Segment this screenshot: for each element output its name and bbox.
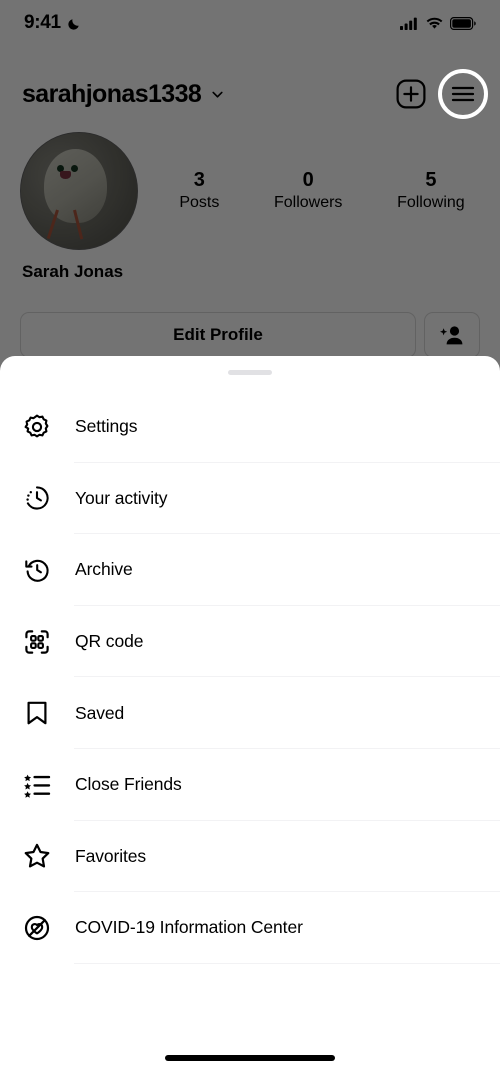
profile-stats-row: 3 Posts 0 Followers 5 Following <box>0 132 500 250</box>
qr-code-icon <box>20 625 54 659</box>
stat-following[interactable]: 5 Following <box>397 168 465 214</box>
star-icon <box>20 839 54 873</box>
menu-item-settings[interactable]: Settings <box>0 391 500 463</box>
gear-icon <box>20 410 54 444</box>
profile-full-name: Sarah Jonas <box>22 262 124 281</box>
profile-menu-sheet: Settings Your activity Archive QR code S… <box>0 356 500 1080</box>
menu-item-archive[interactable]: Archive <box>0 534 500 606</box>
hamburger-menu-button[interactable] <box>438 69 488 119</box>
add-person-icon <box>440 326 463 345</box>
menu-item-label: Your activity <box>75 487 168 508</box>
username-label: sarahjonas1338 <box>22 79 202 108</box>
wifi-icon <box>426 17 443 29</box>
cellular-signal-icon <box>400 17 417 30</box>
stat-followers[interactable]: 0 Followers <box>274 168 342 214</box>
status-bar-time: 9:41 <box>24 12 61 33</box>
menu-item-covid-info-center[interactable]: COVID-19 Information Center <box>0 892 500 964</box>
profile-action-row: Edit Profile <box>20 312 480 358</box>
menu-item-saved[interactable]: Saved <box>0 677 500 749</box>
battery-icon <box>450 16 476 30</box>
status-bar: 9:41 <box>0 0 500 46</box>
edit-profile-button[interactable]: Edit Profile <box>20 312 416 358</box>
menu-item-label: Saved <box>75 702 125 723</box>
menu-item-favorites[interactable]: Favorites <box>0 820 500 893</box>
bookmark-icon <box>20 696 54 730</box>
username-switcher[interactable]: sarahjonas1338 <box>22 80 225 109</box>
avatar[interactable] <box>20 132 138 250</box>
menu-item-label: Settings <box>75 416 138 437</box>
header-actions <box>396 69 488 119</box>
stat-posts-value: 3 <box>193 169 205 192</box>
status-bar-right <box>400 16 476 30</box>
activity-clock-icon <box>20 481 54 515</box>
archive-clock-icon <box>20 553 54 587</box>
crescent-moon-icon <box>68 18 79 30</box>
menu-list: Settings Your activity Archive QR code S… <box>0 391 500 964</box>
chevron-down-icon <box>212 91 223 98</box>
home-indicator <box>165 1055 335 1061</box>
plus-square-icon[interactable] <box>396 79 426 109</box>
stats-group: 3 Posts 0 Followers 5 Following <box>138 168 500 214</box>
stat-followers-value: 0 <box>302 169 314 192</box>
stat-following-label: Following <box>397 194 465 212</box>
menu-item-close-friends[interactable]: Close Friends <box>0 748 500 821</box>
stat-followers-label: Followers <box>273 194 343 212</box>
add-person-button[interactable] <box>424 312 480 358</box>
tap-highlight-ring <box>438 69 488 119</box>
menu-item-label: QR code <box>75 631 144 652</box>
stat-posts[interactable]: 3 Posts <box>179 168 219 214</box>
star-list-icon <box>20 768 54 802</box>
stat-following-value: 5 <box>425 169 437 192</box>
sheet-drag-handle[interactable] <box>228 370 272 375</box>
status-bar-left: 9:41 <box>24 12 82 34</box>
stat-posts-label: Posts <box>179 194 220 212</box>
menu-item-label: Archive <box>75 559 133 580</box>
menu-item-label: Close Friends <box>75 774 182 795</box>
menu-item-qr-code[interactable]: QR code <box>0 605 500 678</box>
covid-info-icon <box>20 911 54 945</box>
profile-header: sarahjonas1338 <box>0 66 500 122</box>
menu-item-label: COVID-19 Information Center <box>75 917 303 938</box>
menu-item-label: Favorites <box>75 845 147 866</box>
menu-item-your-activity[interactable]: Your activity <box>0 462 500 535</box>
